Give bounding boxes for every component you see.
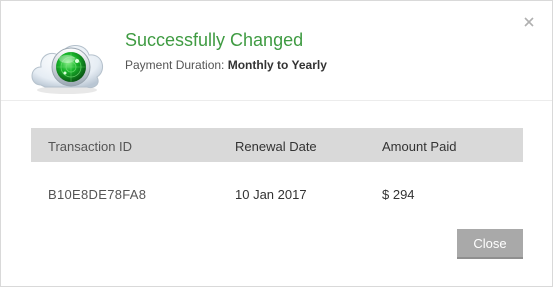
table-row: B10E8DE78FA8 10 Jan 2017 $ 294 (31, 177, 523, 211)
close-x-icon[interactable] (521, 14, 537, 30)
column-header-transaction-id: Transaction ID (48, 139, 133, 154)
close-button[interactable]: Close (457, 229, 523, 259)
cloud-radar-icon (27, 27, 107, 97)
column-header-renewal-date: Renewal Date (235, 139, 317, 154)
dialog-header: Successfully Changed Payment Duration: M… (1, 1, 552, 101)
dialog-title: Successfully Changed (125, 30, 304, 50)
transaction-table-header: Transaction ID Renewal Date Amount Paid (31, 128, 523, 162)
transaction-id-cell: B10E8DE78FA8 (48, 187, 147, 202)
amount-paid-cell: $ 294 (382, 187, 415, 202)
payment-duration-value: Monthly to Yearly (227, 58, 327, 72)
payment-change-dialog: Successfully Changed Payment Duration: M… (0, 0, 553, 287)
renewal-date-cell: 10 Jan 2017 (235, 187, 307, 202)
payment-duration-label: Payment Duration: (125, 58, 225, 72)
payment-duration-text: Payment Duration: Monthly to Yearly (125, 58, 327, 72)
column-header-amount-paid: Amount Paid (382, 139, 457, 154)
